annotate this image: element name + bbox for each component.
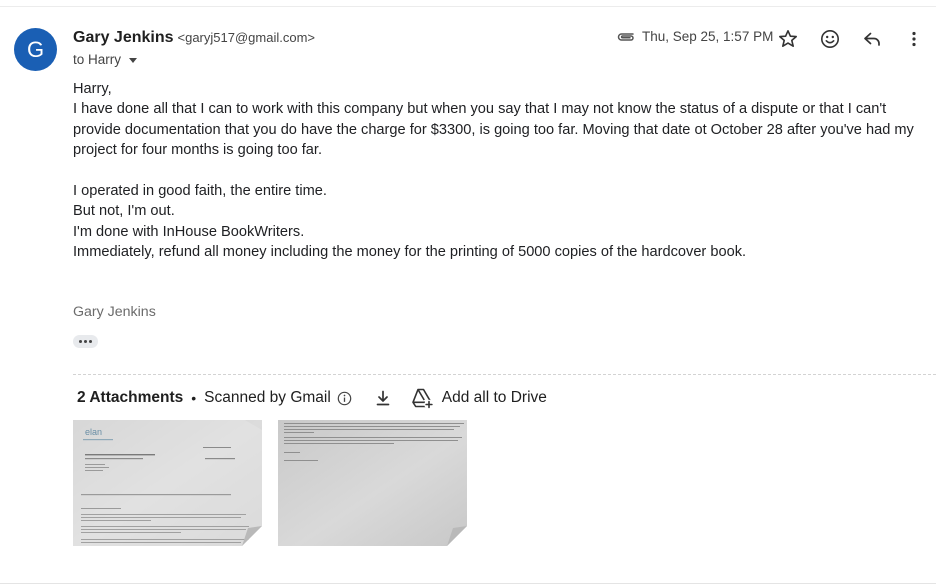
greeting: Harry, [73, 81, 112, 97]
show-trimmed-content-button[interactable] [73, 335, 98, 348]
more-vert-icon[interactable] [902, 27, 926, 51]
signature: Gary Jenkins [73, 304, 156, 320]
document-logo: elan [85, 427, 102, 437]
sender-name[interactable]: Gary Jenkins [73, 29, 174, 47]
date-area: Thu, Sep 25, 1:57 PM [616, 29, 773, 44]
attachments-header: 2 Attachments • Scanned by Gmail Add all… [77, 386, 547, 410]
sender-avatar[interactable]: G [14, 28, 57, 71]
attachment-thumbnail[interactable]: elan [73, 420, 262, 546]
caret-down-icon[interactable] [129, 58, 138, 63]
attachments-count: 2 Attachments [77, 389, 184, 406]
bottom-divider [0, 583, 936, 584]
body-line: I operated in good faith, the entire tim… [73, 183, 327, 200]
sender-email: <garyj517@gmail.com> [177, 30, 315, 45]
email-body: Harry, I have done all that I can to wor… [73, 79, 923, 263]
body-line: But not, I'm out. [73, 203, 175, 220]
recipient-details-toggle[interactable]: to Harry [73, 52, 138, 67]
star-icon[interactable] [776, 27, 800, 51]
separator-dot: • [191, 390, 197, 406]
add-to-drive-icon[interactable] [410, 387, 434, 409]
add-all-to-drive-button[interactable]: Add all to Drive [442, 389, 547, 407]
email-message: G Gary Jenkins <garyj517@gmail.com> to H… [0, 0, 936, 586]
reply-icon[interactable] [860, 27, 884, 51]
attachments-divider [73, 374, 936, 375]
download-icon[interactable] [374, 389, 392, 407]
body-line: I'm done with InHouse BookWriters. [73, 223, 305, 240]
recipient-label: to Harry [73, 52, 122, 67]
top-divider [0, 6, 936, 7]
body-line: Immediately, refund all money including … [73, 244, 747, 261]
paperclip-icon [617, 32, 634, 41]
message-date: Thu, Sep 25, 1:57 PM [642, 29, 774, 44]
emoji-icon[interactable] [818, 27, 842, 51]
attachment-thumbnail[interactable] [278, 420, 467, 546]
sender-line: Gary Jenkins <garyj517@gmail.com> [73, 29, 315, 47]
body-paragraph: I have done all that I can to work with … [73, 101, 914, 159]
info-icon[interactable] [337, 391, 352, 406]
scanned-label: Scanned by Gmail [204, 389, 331, 406]
